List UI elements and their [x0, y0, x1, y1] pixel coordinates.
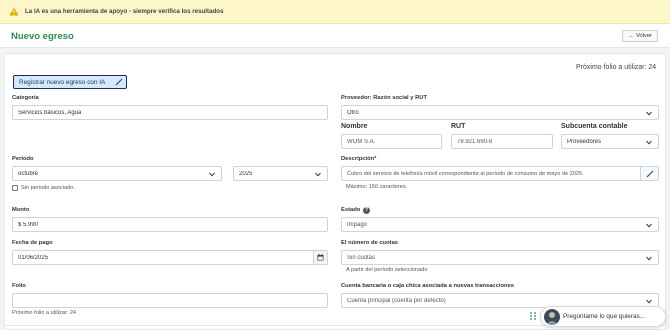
calendar-button[interactable]: [313, 251, 327, 264]
chevron-down-icon: [209, 172, 215, 177]
category-label: Categoría: [12, 95, 39, 101]
subaccount-label: Subcuenta contable: [561, 123, 628, 130]
name-field[interactable]: WOM S.A.: [341, 134, 442, 149]
name-value: WOM S.A.: [347, 139, 376, 145]
category-value: Servicios básicos, Agua: [18, 110, 82, 116]
bank-account-label: Cuenta bancaria o caja chica asociada a …: [341, 283, 515, 289]
supplier-label: Proveedor: Razón social y RUT: [341, 95, 428, 101]
payment-date-label: Fecha de pago: [12, 240, 53, 246]
page-header: Nuevo egreso ← Volver: [0, 24, 670, 48]
supplier-select[interactable]: Otro: [341, 105, 659, 120]
ai-warning-banner: La IA es una herramienta de apoyo - siem…: [0, 0, 670, 24]
back-button-label: Volver: [635, 33, 652, 39]
magic-wand-icon: [115, 78, 123, 86]
installments-hint: A partir del período seleccionado: [346, 267, 428, 273]
payment-date-value: 01/06/2025: [18, 255, 49, 261]
payment-date-field[interactable]: 01/06/2025: [12, 250, 328, 265]
ai-button-label: Registrar nuevo egreso con IA: [19, 79, 106, 86]
folio-label: Folio: [12, 283, 26, 289]
chevron-down-icon: [646, 140, 652, 145]
period-label: Periodo: [12, 156, 34, 162]
no-period-checkbox[interactable]: [12, 185, 18, 191]
no-period-label: Sin periodo asociado.: [21, 185, 75, 191]
supplier-value: Otro: [347, 110, 359, 116]
chat-placeholder: Pregúntame lo que quieras...: [563, 313, 646, 320]
assistant-avatar-icon: [546, 312, 558, 325]
period-month-value: octubre: [18, 171, 39, 177]
period-year-value: 2025: [239, 171, 253, 177]
info-icon[interactable]: ?: [363, 207, 370, 214]
category-select[interactable]: Servicios básicos, Agua: [12, 105, 328, 120]
subaccount-select[interactable]: Proveedores: [561, 134, 659, 149]
installments-label: El número de cuotas: [341, 240, 399, 246]
rut-field[interactable]: 78.921.690-8: [451, 134, 553, 149]
chevron-down-icon: [646, 299, 652, 304]
description-label: Descripción*: [341, 156, 377, 162]
banner-text: La IA es una herramienta de apoyo - siem…: [25, 8, 224, 15]
description-field[interactable]: Cobro del servicio de telefonía móvil co…: [341, 166, 659, 181]
description-value: Cobro del servicio de telefonía móvil co…: [347, 171, 584, 177]
period-year-select[interactable]: 2025: [233, 166, 328, 181]
description-hint: Máximo: 150 caracteres.: [346, 184, 408, 190]
next-folio-label: Próximo folio a utilizar: 24: [576, 64, 657, 71]
ai-chat-widget[interactable]: Pregúntame lo que quieras...: [540, 306, 666, 327]
amount-field[interactable]: $ 5.990: [12, 217, 328, 232]
drag-handle-icon[interactable]: [529, 311, 537, 321]
period-month-select[interactable]: octubre: [12, 166, 222, 181]
status-value: Impago: [347, 222, 368, 228]
subaccount-value: Proveedores: [567, 139, 602, 145]
form-card: Próximo folio a utilizar: 24 Registrar n…: [4, 53, 666, 330]
chevron-down-icon: [646, 256, 652, 261]
arrow-left-icon: ←: [628, 33, 635, 39]
page-title: Nuevo egreso: [11, 31, 74, 42]
chevron-down-icon: [315, 172, 321, 177]
installments-select[interactable]: Sin cuotas: [341, 250, 659, 265]
installments-value: Sin cuotas: [347, 255, 376, 261]
back-button[interactable]: ← Volver: [622, 30, 658, 42]
calendar-icon: [317, 254, 324, 261]
chevron-down-icon: [646, 111, 652, 116]
bank-account-value: Cuenta principal (cuenta por defecto): [347, 298, 446, 304]
folio-field[interactable]: [12, 293, 328, 308]
warning-icon: [9, 7, 19, 16]
avatar: [544, 309, 560, 325]
folio-hint: Próximo folio a utilizar: 24: [12, 310, 77, 316]
chevron-down-icon: [646, 223, 652, 228]
rut-label: RUT: [451, 123, 466, 130]
ai-fill-description-button[interactable]: [640, 167, 658, 180]
rut-value: 78.921.690-8: [457, 139, 493, 145]
status-label: Estado: [341, 207, 361, 213]
name-label: Nombre: [341, 123, 368, 130]
register-with-ai-button[interactable]: Registrar nuevo egreso con IA: [13, 75, 127, 89]
magic-wand-icon: [646, 170, 654, 178]
amount-value: $ 5.990: [18, 222, 39, 228]
amount-label: Monto: [12, 207, 30, 213]
status-select[interactable]: Impago: [341, 217, 659, 232]
